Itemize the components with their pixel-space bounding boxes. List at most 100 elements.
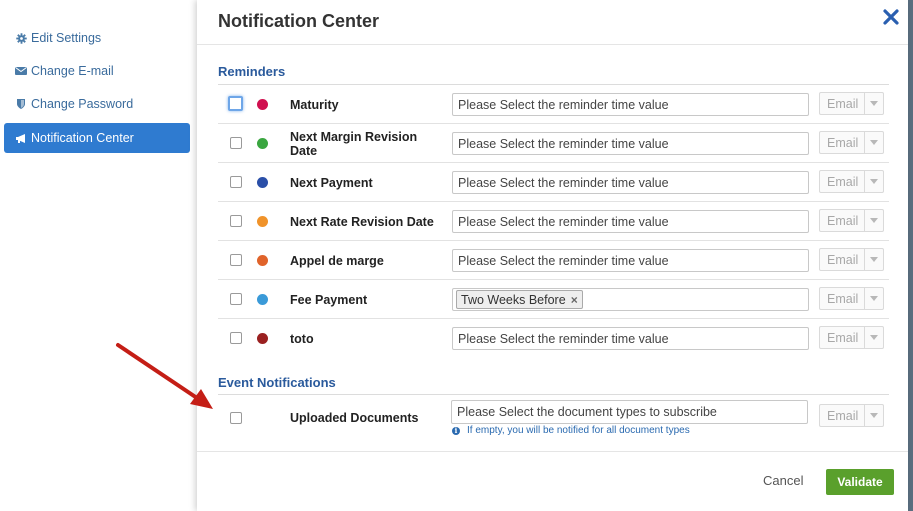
cancel-button[interactable]: Cancel (763, 473, 803, 488)
select-value: Email (827, 330, 859, 345)
megaphone-icon (15, 132, 27, 144)
reminder-row: Next Payment Please Select the reminder t… (218, 163, 889, 202)
envelope-icon (15, 65, 27, 77)
reminders-section-title: Reminders (218, 64, 286, 79)
reminder-time-input[interactable]: Please Select the reminder time value (452, 132, 809, 155)
footer-divider (197, 451, 908, 452)
reminder-row: Next Rate Revision Date Please Select the… (218, 202, 889, 241)
reminder-placeholder: Please Select the reminder time value (458, 175, 669, 190)
sidebar-item-notification-center[interactable]: Notification Center (4, 123, 190, 153)
reminder-checkbox[interactable] (230, 332, 242, 344)
chevron-down-icon (864, 327, 883, 348)
modal-title: Notification Center (218, 11, 380, 31)
document-types-hint: i If empty, you will be notified for all… (452, 425, 690, 436)
validate-button[interactable]: Validate (826, 469, 894, 495)
reminder-placeholder: Please Select the reminder time value (458, 97, 669, 112)
reminder-time-input[interactable]: Please Select the reminder time value (452, 210, 809, 233)
reminder-checkbox[interactable] (230, 176, 242, 188)
select-value: Email (827, 291, 859, 306)
email-channel-select[interactable]: Email (819, 209, 884, 232)
reminder-time-input[interactable]: Please Select the reminder time value (452, 327, 809, 350)
reminder-row: Fee Payment Two Weeks Before × Email (218, 280, 889, 319)
sidebar-item-change-password[interactable]: Change Password (4, 89, 190, 119)
color-dot-icon (257, 333, 268, 344)
select-value: Email (827, 252, 859, 267)
sidebar-item-label: Notification Center (31, 131, 134, 145)
email-channel-select[interactable]: Email (819, 326, 884, 349)
sidebar-item-label: Change Password (31, 97, 134, 111)
reminder-checkbox[interactable] (230, 215, 242, 227)
reminder-checkbox[interactable] (230, 254, 242, 266)
sidebar-item-label: Edit Settings (31, 31, 102, 45)
select-value: Email (827, 135, 859, 150)
color-dot-icon (257, 177, 268, 188)
header-divider (197, 44, 908, 45)
select-value: Email (827, 408, 859, 423)
reminder-placeholder: Please Select the reminder time value (458, 253, 669, 268)
remove-tag-icon[interactable]: × (571, 293, 578, 307)
notification-center-modal: Notification Center Reminders Maturity Pl… (197, 0, 908, 511)
document-types-placeholder: Please Select the document types to subs… (457, 405, 717, 419)
color-dot-icon (257, 255, 268, 266)
email-channel-select[interactable]: Email (819, 248, 884, 271)
settings-sidebar: Edit Settings Change E-mail Change Passw… (0, 0, 197, 511)
reminder-label: Appel de marge (290, 253, 384, 268)
document-types-input[interactable]: Please Select the document types to subs… (451, 400, 808, 424)
email-channel-select[interactable]: Email (819, 92, 884, 115)
reminder-placeholder: Please Select the reminder time value (458, 331, 669, 346)
sidebar-item-change-email[interactable]: Change E-mail (4, 56, 190, 86)
select-value: Email (827, 174, 859, 189)
chevron-down-icon (864, 132, 883, 153)
tag-label: Two Weeks Before (461, 292, 566, 307)
reminder-label: toto (290, 331, 314, 346)
color-dot-icon (257, 294, 268, 305)
chevron-down-icon (864, 210, 883, 231)
event-notifications-section-title: Event Notifications (218, 375, 336, 390)
email-channel-select[interactable]: Email (819, 404, 884, 427)
reminder-label: Maturity (290, 97, 339, 112)
reminder-time-input[interactable]: Please Select the reminder time value (452, 171, 809, 194)
select-value: Email (827, 213, 859, 228)
modal-backdrop[interactable] (908, 0, 913, 511)
reminder-time-input[interactable]: Please Select the reminder time value (452, 93, 809, 116)
reminder-checkbox[interactable] (230, 293, 242, 305)
reminder-checkbox[interactable] (228, 96, 243, 111)
reminder-row: Appel de marge Please Select the reminder… (218, 241, 889, 280)
selected-value-tag: Two Weeks Before × (456, 290, 583, 309)
sidebar-item-edit-settings[interactable]: Edit Settings (4, 23, 190, 53)
chevron-down-icon (864, 249, 883, 270)
reminder-checkbox[interactable] (230, 137, 242, 149)
event-row-uploaded-documents: Uploaded Documents Please Select the doc… (218, 395, 889, 447)
chevron-down-icon (864, 171, 883, 192)
reminder-label: Fee Payment (290, 292, 368, 307)
reminder-label: Next Payment (290, 175, 373, 190)
email-channel-select[interactable]: Email (819, 131, 884, 154)
reminder-placeholder: Please Select the reminder time value (458, 214, 669, 229)
event-label: Uploaded Documents (290, 411, 419, 425)
uploaded-documents-checkbox[interactable] (230, 412, 242, 424)
reminder-placeholder: Please Select the reminder time value (458, 136, 669, 151)
color-dot-icon (257, 216, 268, 227)
hint-text: If empty, you will be notified for all d… (467, 425, 690, 436)
annotation-arrow (116, 343, 213, 409)
reminder-label: Next Margin Revision Date (290, 129, 418, 158)
sidebar-item-label: Change E-mail (31, 64, 114, 78)
select-value: Email (827, 96, 859, 111)
reminder-row: Maturity Please Select the reminder time … (218, 85, 889, 124)
email-channel-select[interactable]: Email (819, 170, 884, 193)
reminder-label: Next Rate Revision Date (290, 214, 434, 229)
info-icon: i (452, 426, 460, 435)
color-dot-icon (257, 99, 268, 110)
email-channel-select[interactable]: Email (819, 287, 884, 310)
color-dot-icon (257, 138, 268, 149)
reminder-time-input[interactable]: Two Weeks Before × (452, 288, 809, 311)
gear-icon (15, 32, 27, 44)
reminder-row: Next Margin Revision Date Please Select t… (218, 124, 889, 163)
reminder-time-input[interactable]: Please Select the reminder time value (452, 249, 809, 272)
shield-icon (15, 98, 27, 110)
chevron-down-icon (864, 288, 883, 309)
chevron-down-icon (864, 93, 883, 114)
reminder-row: toto Please Select the reminder time valu… (218, 319, 889, 358)
chevron-down-icon (864, 405, 883, 426)
close-icon[interactable] (882, 8, 900, 26)
